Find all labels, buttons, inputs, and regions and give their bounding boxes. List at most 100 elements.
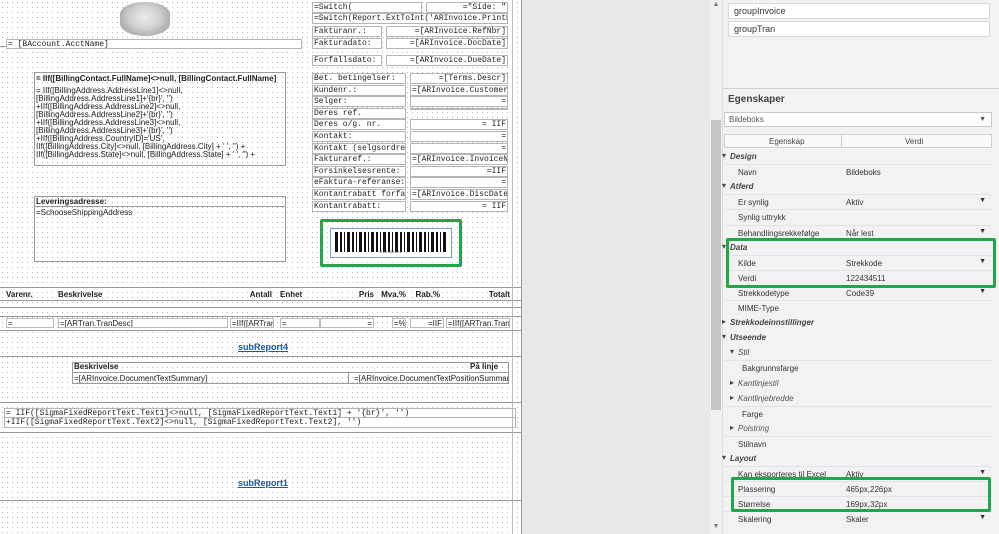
document-text-summary-field[interactable]: =[ARInvoice.DocumentTextSummary] bbox=[74, 374, 344, 383]
detail-field[interactable]: =IIF bbox=[410, 318, 444, 328]
page-label-field[interactable]: ="Side: " bbox=[426, 2, 508, 13]
info-value[interactable]: = IIF bbox=[410, 119, 508, 130]
property-category[interactable]: ▾ Design bbox=[722, 149, 992, 164]
chevron-down-icon[interactable]: ▼ bbox=[979, 288, 986, 295]
invoice-number-label[interactable]: Fakturanr.: bbox=[312, 26, 382, 37]
property-row[interactable]: ▾ Stil bbox=[724, 345, 992, 360]
invoice-number-field[interactable]: =[ARInvoice.RefNbr] bbox=[386, 26, 508, 37]
per-line-header: På linje bbox=[470, 362, 499, 371]
expand-triangle-icon[interactable]: ▸ bbox=[730, 378, 734, 387]
due-date-field[interactable]: =[ARInvoice.DueDate] bbox=[386, 55, 508, 66]
detail-field[interactable]: = bbox=[6, 318, 54, 328]
property-category[interactable]: ▾ Atferd bbox=[722, 179, 992, 194]
document-text-position-field[interactable]: =[ARInvoice.DocumentTextPositionSummary] bbox=[354, 374, 508, 383]
property-row[interactable]: Skalering Skaler ▼ bbox=[724, 511, 992, 527]
expand-triangle-icon[interactable]: ▸ bbox=[722, 317, 726, 326]
info-value[interactable]: =[ARInvoice.DiscDate] bbox=[410, 189, 508, 200]
property-category[interactable]: ▾ Layout bbox=[722, 451, 992, 466]
column-header: Beskrivelse bbox=[58, 290, 103, 299]
info-label[interactable]: Fakturaref.: bbox=[312, 154, 406, 165]
detail-field[interactable]: = bbox=[280, 318, 320, 328]
property-row[interactable]: Er synlig Aktiv ▼ bbox=[724, 194, 992, 210]
property-category[interactable]: ▾ Utseende bbox=[722, 330, 992, 345]
expand-triangle-icon[interactable]: ▸ bbox=[730, 423, 734, 432]
collapse-triangle-icon[interactable]: ▾ bbox=[722, 453, 726, 462]
collapse-triangle-icon[interactable]: ▾ bbox=[722, 151, 726, 160]
info-label[interactable]: Deres ref. bbox=[312, 108, 406, 119]
chevron-down-icon[interactable]: ▼ bbox=[979, 197, 986, 204]
info-label[interactable]: eFaktura-referanse: bbox=[312, 177, 406, 188]
info-value[interactable]: =[Terms.Descr] bbox=[410, 73, 508, 84]
property-key: Atferd bbox=[730, 182, 754, 192]
property-row[interactable]: MIME-Type bbox=[724, 300, 992, 316]
info-label[interactable]: Bet. betingelser: bbox=[312, 73, 406, 84]
property-row[interactable]: Stilnavn bbox=[724, 435, 992, 452]
property-value[interactable]: Når lest bbox=[846, 229, 874, 238]
property-value[interactable]: Bildeboks bbox=[846, 168, 881, 177]
info-value[interactable]: = bbox=[410, 177, 508, 188]
info-value[interactable]: = IIF bbox=[410, 201, 508, 212]
component-selector[interactable]: Bildeboks ▼ bbox=[724, 112, 992, 127]
print-doctype-field[interactable]: =Switch(Report.ExtToInt('ARInvoice.Print… bbox=[312, 13, 508, 24]
subreport4-link[interactable]: subReport4 bbox=[238, 342, 288, 352]
info-label[interactable]: Kontantrabatt: bbox=[312, 201, 406, 212]
info-label[interactable]: Deres o/g. nr. bbox=[312, 119, 406, 130]
scroll-thumb[interactable] bbox=[711, 120, 721, 410]
property-row[interactable]: Navn Bildeboks bbox=[724, 164, 992, 180]
chevron-down-icon[interactable]: ▼ bbox=[979, 469, 986, 476]
invoice-date-field[interactable]: =[ARInvoice.DocDate] bbox=[386, 38, 508, 49]
scroll-up-icon[interactable]: ▲ bbox=[711, 0, 721, 10]
info-value[interactable]: = bbox=[410, 131, 508, 142]
info-value[interactable]: =IIF bbox=[410, 166, 508, 177]
detail-field[interactable]: =% bbox=[392, 318, 406, 328]
collapse-triangle-icon[interactable]: ▾ bbox=[722, 332, 726, 341]
group-item-invoice[interactable]: groupInvoice bbox=[728, 3, 990, 19]
due-date-label[interactable]: Forfallsdato: bbox=[312, 55, 382, 66]
info-value[interactable]: = bbox=[410, 143, 508, 154]
expand-triangle-icon[interactable]: ▸ bbox=[730, 393, 734, 402]
scroll-down-icon[interactable]: ▼ bbox=[711, 522, 721, 532]
detail-field[interactable]: =[ARTran.TranDesc] bbox=[58, 318, 228, 328]
billing-name-field[interactable]: = IIf([BillingContact.FullName]<>null, [… bbox=[36, 74, 276, 83]
info-label[interactable]: Kundenr.: bbox=[312, 85, 406, 96]
properties-title: Egenskaper bbox=[728, 94, 785, 105]
switch-field[interactable]: =Switch( bbox=[312, 2, 422, 13]
property-value[interactable]: Skaler bbox=[846, 515, 869, 524]
account-name-field[interactable]: = [BAccount.AcctName] bbox=[6, 39, 302, 49]
property-row[interactable]: ▸ Kantlinjebredde bbox=[724, 391, 992, 406]
property-row[interactable]: ▸ Kantlinjestil bbox=[724, 376, 992, 391]
subreport1-link[interactable]: subReport1 bbox=[238, 478, 288, 488]
property-row[interactable]: ▸ Polstring bbox=[724, 421, 992, 436]
info-value[interactable]: =[ARInvoice.InvoiceNbr] bbox=[410, 154, 508, 165]
billing-address-line[interactable]: IIf([BillingAddress.State]<>null, [Billi… bbox=[36, 150, 255, 159]
info-label[interactable]: Kontakt: bbox=[312, 131, 406, 142]
property-row[interactable]: Farge bbox=[724, 405, 992, 422]
property-value[interactable]: Code39 bbox=[846, 289, 874, 298]
chevron-down-icon[interactable]: ▼ bbox=[979, 514, 986, 521]
delivery-address-field[interactable]: =SchooseShippingAddress bbox=[36, 208, 132, 217]
detail-field[interactable]: =IIf([ARTran bbox=[230, 318, 274, 328]
group-item-tran[interactable]: groupTran bbox=[728, 21, 990, 37]
property-key: Strekkodeinnstillinger bbox=[730, 318, 815, 328]
info-label[interactable]: Forsinkelsesrente: bbox=[312, 166, 406, 177]
expand-triangle-icon[interactable]: ▾ bbox=[730, 347, 734, 356]
info-label[interactable]: Selger: bbox=[312, 96, 406, 107]
info-value[interactable] bbox=[410, 108, 508, 110]
info-label[interactable]: Kontakt (selgsordre): bbox=[312, 143, 406, 154]
invoice-date-label[interactable]: Fakturadato: bbox=[312, 38, 382, 49]
info-label[interactable]: Kontantrabatt forfall: bbox=[312, 189, 406, 200]
report-designer-canvas[interactable]: = [BAccount.AcctName] =Switch( ="Side: "… bbox=[0, 0, 522, 534]
info-value[interactable]: =[ARInvoice.CustomerID] bbox=[410, 85, 508, 96]
property-value[interactable]: Aktiv bbox=[846, 198, 863, 207]
detail-field[interactable]: = bbox=[320, 318, 374, 328]
property-category[interactable]: ▸ Strekkodeinnstillinger bbox=[722, 315, 992, 330]
detail-field[interactable]: =IIf([ARTran.Tran bbox=[446, 318, 510, 328]
sigma-text2-field[interactable]: +IIF([SigmaFixedReportText.Text2]<>null,… bbox=[4, 417, 516, 428]
property-column-header: Egenskap bbox=[769, 137, 805, 146]
chevron-down-icon[interactable]: ▼ bbox=[979, 228, 986, 235]
logo-image[interactable] bbox=[120, 2, 170, 36]
collapse-triangle-icon[interactable]: ▾ bbox=[722, 181, 726, 190]
property-row[interactable]: Bakgrunnsfarge bbox=[724, 360, 992, 376]
info-value[interactable]: = bbox=[410, 96, 508, 107]
property-row[interactable]: Synlig uttrykk bbox=[724, 209, 992, 225]
